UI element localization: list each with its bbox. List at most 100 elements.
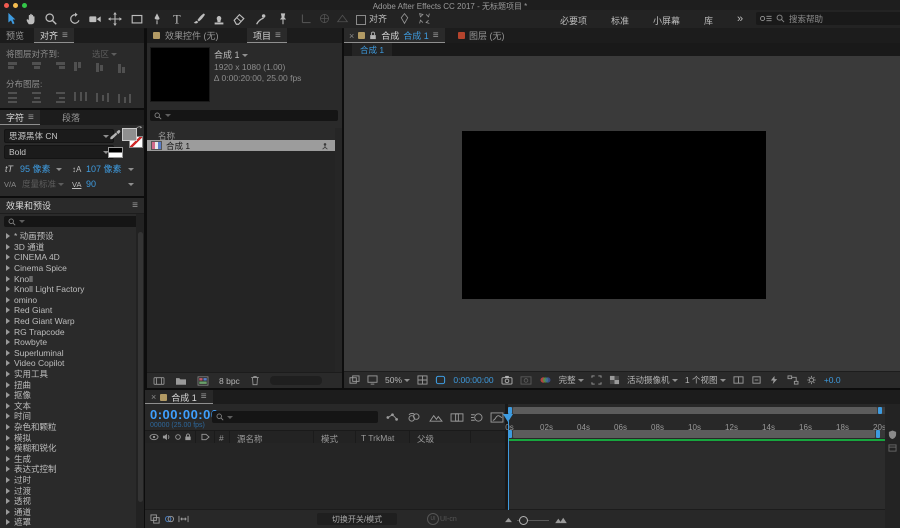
clone-stamp-tool[interactable] [212,12,228,26]
resolution-select[interactable]: 完整 [559,374,584,386]
index-column-header[interactable]: # [219,433,224,443]
type-tool[interactable]: T [170,12,186,26]
reset-exposure-icon[interactable] [806,375,817,385]
hand-tool[interactable] [24,12,40,26]
trash-icon[interactable] [250,375,260,386]
pixel-aspect-icon[interactable] [751,375,762,385]
magnification-select[interactable]: 50% [385,375,410,385]
expand-triangle-icon[interactable] [6,371,10,377]
effects-category-row[interactable]: CINEMA 4D [0,252,136,263]
align-bottom-button[interactable] [118,62,131,73]
tracking-dropdown[interactable] [128,183,134,186]
panel-menu-icon[interactable]: ≡ [62,31,68,41]
track-area[interactable] [508,443,885,510]
comp-button-icon[interactable] [888,444,897,452]
eraser-tool[interactable] [232,12,248,26]
work-area-end-handle[interactable] [878,407,882,414]
expand-triangle-icon[interactable] [6,466,10,472]
effects-category-row[interactable]: omino [0,295,136,306]
kerning-dropdown[interactable] [58,183,64,186]
snap-label[interactable]: 对齐 [369,14,387,25]
expand-triangle-icon[interactable] [6,424,10,430]
panel-menu-icon[interactable]: ≡ [28,113,34,123]
snapshot-camera-icon[interactable] [501,375,513,385]
font-size-value[interactable]: 95 像素 [20,164,51,175]
trkmat-column-header[interactable]: T TrkMat [361,433,394,443]
expand-triangle-icon[interactable] [6,403,10,409]
region-of-interest-icon[interactable] [591,375,602,385]
effects-scrollbar[interactable] [136,214,144,528]
bit-depth-label[interactable]: 8 bpc [219,376,240,386]
font-size-dropdown[interactable] [56,168,62,171]
motion-blur-icon[interactable] [470,412,484,423]
effects-category-row[interactable]: RG Trapcode [0,326,136,337]
transparency-grid-icon[interactable] [609,375,620,385]
tab-project[interactable]: 项目≡ [247,28,287,43]
viewer-timecode[interactable]: 0:00:00:00 [453,375,493,385]
font-family-select[interactable]: 思源黑体 CN [4,129,114,143]
selection-expand-icon[interactable] [418,12,434,26]
mini-flowchart-icon[interactable] [787,375,799,385]
effects-category-row[interactable]: Red Giant [0,305,136,316]
effects-category-row[interactable]: Knoll [0,273,136,284]
mask-visibility-icon[interactable] [398,12,414,26]
effects-category-row[interactable]: Red Giant Warp [0,316,136,327]
font-style-select[interactable]: Bold [4,145,114,159]
lock-icon[interactable] [369,31,377,40]
pen-tool[interactable] [150,12,166,26]
timeline-search-input[interactable] [212,411,378,423]
expand-triangle-icon[interactable] [6,413,10,419]
zoom-in-mountains-icon[interactable] [555,516,567,524]
effects-category-row[interactable]: Superluminal [0,348,136,359]
puppet-pin-tool[interactable] [276,12,292,26]
align-to-select[interactable]: 选区 [92,49,117,60]
tab-preview[interactable]: 预览 [0,28,30,43]
expand-triangle-icon[interactable] [6,276,10,282]
panel-menu-icon[interactable]: ≡ [275,31,281,41]
distribute-h-center-button[interactable] [96,92,109,103]
expand-triangle-icon[interactable] [6,307,10,313]
zoom-tool[interactable] [44,12,60,26]
zoom-out-mountain-icon[interactable] [505,517,512,523]
new-composition-icon[interactable] [197,376,209,386]
time-ruler-area[interactable]: 0s02s04s06s08s10s12s14s16s18s20s [508,404,885,510]
current-time-display[interactable]: 0:00:00:00 [150,407,219,422]
project-scrollbar[interactable] [335,128,342,373]
tab-composition[interactable]: × 合成 合成 1 ≡ [344,28,445,43]
selected-item-name[interactable]: 合成 1 [214,50,248,61]
expand-triangle-icon[interactable] [6,456,10,462]
new-folder-icon[interactable] [175,376,187,386]
orbit-camera-tool[interactable] [68,12,84,26]
grid-guides-icon[interactable] [417,375,428,385]
transfer-controls-pane-icon[interactable] [164,514,175,524]
layer-list-area[interactable] [145,443,505,510]
layer-switches-pane-icon[interactable] [150,514,161,524]
workspace-manage-icon[interactable] [760,14,772,23]
distribute-left-button[interactable] [74,92,87,103]
comp-marker-bin-icon[interactable] [888,430,897,440]
effects-category-row[interactable]: Rowbyte [0,337,136,348]
work-area-bar[interactable] [513,407,877,414]
snap-checkbox[interactable] [356,15,366,25]
exposure-value[interactable]: +0.0 [824,375,841,385]
show-snapshot-icon[interactable] [520,375,532,385]
eyedropper-icon[interactable] [109,129,121,141]
expand-triangle-icon[interactable] [6,435,10,441]
align-h-center-button[interactable] [30,62,43,73]
expand-triangle-icon[interactable] [6,519,10,525]
expand-triangle-icon[interactable] [6,233,10,239]
close-icon[interactable]: × [151,392,156,402]
frame-blend-icon[interactable] [450,412,464,423]
expand-triangle-icon[interactable] [6,445,10,451]
tab-align[interactable]: 对齐≡ [34,28,74,43]
expand-triangle-icon[interactable] [6,477,10,483]
tab-effects-presets[interactable]: 效果和预设 [0,198,57,213]
effects-category-row[interactable]: Cinema Spice [0,263,136,274]
project-search-input[interactable] [150,110,338,121]
align-left-button[interactable] [8,62,21,73]
nav-start-handle[interactable] [508,430,512,438]
workspace-tab[interactable]: 小屏幕 [653,14,680,27]
tab-effect-controls[interactable]: 效果控件 (无) [159,28,225,43]
distribute-v-center-button[interactable] [30,92,43,103]
expand-triangle-icon[interactable] [6,339,10,345]
